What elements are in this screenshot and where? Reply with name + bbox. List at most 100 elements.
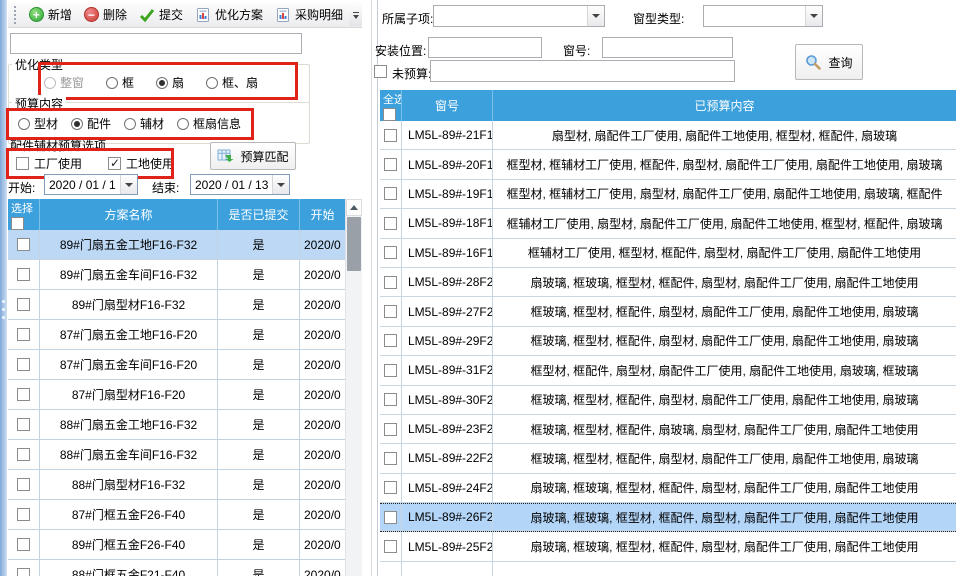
row-checkbox[interactable] (17, 388, 30, 401)
row-checkbox[interactable] (17, 538, 30, 551)
row-checkbox[interactable] (384, 364, 397, 377)
scrollbar-thumb[interactable] (347, 217, 361, 271)
radio-option-0[interactable]: 型材 (18, 115, 58, 132)
row-checkbox[interactable] (384, 217, 397, 230)
table-row[interactable]: LM5L-89#-23F21框玻璃, 框型材, 框配件, 扇玻璃, 扇型材, 扇… (380, 415, 956, 444)
plan-table-scrollbar[interactable] (345, 199, 362, 576)
row-checkbox[interactable] (384, 305, 397, 318)
table-row[interactable]: 87#门框五金F26-F40是2020/0 (8, 500, 345, 530)
sub-item-combobox[interactable] (433, 5, 605, 27)
radio-option-3[interactable]: 框扇信息 (177, 115, 241, 132)
row-checkbox[interactable] (384, 511, 397, 524)
table-row[interactable]: 88#门扇五金车间F16-F32是2020/0 (8, 440, 345, 470)
submitted-cell: 是 (218, 560, 300, 576)
add-button[interactable]: + 新增 (24, 4, 77, 25)
table-row[interactable]: LM5L-89#-19F17框型材, 框辅材工厂使用, 扇型材, 扇配件工厂使用… (380, 180, 956, 209)
submit-button[interactable]: 提交 (134, 4, 188, 25)
row-checkbox[interactable] (384, 393, 397, 406)
table-row[interactable]: LM5L-89#-25F23扇玻璃, 框玻璃, 框型材, 框配件, 扇型材, 扇… (380, 532, 956, 561)
date-start-dropdown-button[interactable] (120, 175, 137, 194)
plan-name-column-header[interactable]: 方案名称 (40, 199, 218, 230)
install-position-input[interactable] (428, 37, 542, 58)
row-checkbox[interactable] (384, 129, 397, 142)
toolbar-grip[interactable] (14, 6, 18, 24)
select-all-checkbox[interactable] (383, 108, 396, 121)
radio-option-3[interactable]: 框、扇 (206, 74, 258, 91)
row-checkbox[interactable] (384, 334, 397, 347)
row-checkbox[interactable] (384, 276, 397, 289)
row-checkbox[interactable] (17, 418, 30, 431)
table-row[interactable]: 87#门扇五金车间F16-F20是2020/0 (8, 350, 345, 380)
toolbar-overflow-button[interactable] (349, 4, 362, 26)
table-row[interactable]: LM5L-89#-24F22扇玻璃, 框玻璃, 框型材, 框配件, 扇型材, 扇… (380, 474, 956, 503)
row-checkbox[interactable] (17, 448, 30, 461)
submitted-cell: 是 (218, 260, 300, 290)
chevron-down-icon (277, 183, 285, 187)
table-row[interactable]: 88#门扇五金工地F16-F32是2020/0 (8, 410, 345, 440)
row-checkbox[interactable] (384, 423, 397, 436)
table-row[interactable]: LM5L-89#-26F24扇玻璃, 框玻璃, 框型材, 框配件, 扇型材, 扇… (380, 503, 956, 532)
checkbox-icon[interactable] (108, 157, 121, 170)
sub-item-dropdown-button[interactable] (587, 6, 604, 26)
select-all-checkbox[interactable] (11, 217, 24, 230)
row-checkbox[interactable] (17, 508, 30, 521)
window-no-column-header[interactable]: 窗号 (402, 90, 493, 121)
row-checkbox[interactable] (17, 568, 30, 576)
date-start-picker[interactable]: 2020 / 01 / 1 (44, 174, 138, 195)
row-checkbox[interactable] (384, 452, 397, 465)
radio-option-2[interactable]: 扇 (156, 74, 184, 91)
table-row[interactable]: LM5L-89#-28F26扇玻璃, 框玻璃, 框型材, 框配件, 扇型材, 扇… (380, 268, 956, 297)
checkbox-option-1[interactable]: 工地使用 (108, 155, 174, 172)
checkbox-icon[interactable] (16, 157, 29, 170)
row-checkbox[interactable] (17, 268, 30, 281)
window-type-dropdown-button[interactable] (805, 6, 822, 26)
optimize-plan-button[interactable]: 优化方案 (190, 4, 268, 25)
delete-button[interactable]: − 删除 (79, 4, 132, 25)
row-checkbox[interactable] (17, 478, 30, 491)
radio-option-1[interactable]: 框 (106, 74, 134, 91)
date-end-picker[interactable]: 2020 / 01 / 13 (190, 174, 290, 195)
row-checkbox[interactable] (384, 540, 397, 553)
row-checkbox[interactable] (384, 187, 397, 200)
table-row[interactable]: LM5L-89#-29F27框玻璃, 框型材, 框配件, 扇型材, 扇配件工厂使… (380, 327, 956, 356)
radio-option-2[interactable]: 辅材 (124, 115, 164, 132)
table-row[interactable]: LM5L-89#-27F25框玻璃, 框型材, 框配件, 扇型材, 扇配件工厂使… (380, 297, 956, 326)
window-no-input[interactable] (602, 37, 733, 58)
table-row[interactable]: LM5L-89#-21F19扇型材, 扇配件工厂使用, 扇配件工地使用, 框型材… (380, 121, 956, 150)
table-row[interactable]: LM5L-89#-16F15框辅材工厂使用, 框型材, 框配件, 扇型材, 扇配… (380, 239, 956, 268)
table-row[interactable]: 88#门扇型材F16-F32是2020/0 (8, 470, 345, 500)
table-row[interactable]: 89#门框五金F26-F40是2020/0 (8, 530, 345, 560)
row-checkbox[interactable] (17, 298, 30, 311)
submitted-column-header[interactable]: 是否已提交 (218, 199, 300, 230)
table-row[interactable]: LM5L-89#-30F28框玻璃, 框型材, 框配件, 扇型材, 扇配件工厂使… (380, 386, 956, 415)
table-row[interactable]: 88#门框五金F21-F40是2020/0 (8, 560, 345, 576)
table-row[interactable]: LM5L-89#-20F18框型材, 框辅材工厂使用, 框配件, 扇型材, 扇配… (380, 150, 956, 179)
table-row[interactable]: 89#门扇五金车间F16-F32是2020/0 (8, 260, 345, 290)
table-row[interactable]: 87#门扇五金工地F16-F20是2020/0 (8, 320, 345, 350)
checkbox-option-0[interactable]: 工厂使用 (16, 155, 82, 172)
table-row[interactable]: 89#门扇型材F16-F32是2020/0 (8, 290, 345, 320)
date-end-dropdown-button[interactable] (272, 175, 289, 194)
scroll-up-button[interactable] (346, 199, 362, 216)
table-row[interactable]: 89#门扇五金工地F16-F32是2020/0 (8, 230, 345, 260)
query-button[interactable]: 查询 (795, 44, 863, 80)
row-checkbox[interactable] (17, 328, 30, 341)
start-column-header[interactable]: 开始 (300, 199, 345, 230)
table-row[interactable]: LM5L-89#-18F16框辅材工厂使用, 扇型材, 扇配件工厂使用, 扇配件… (380, 209, 956, 238)
radio-option-1[interactable]: 配件 (71, 115, 111, 132)
budget-match-button[interactable]: 预算匹配 (210, 142, 296, 170)
plan-filter-input[interactable] (10, 33, 302, 54)
no-budget-checkbox[interactable] (374, 65, 387, 78)
row-checkbox[interactable] (384, 481, 397, 494)
no-budget-input[interactable] (430, 60, 735, 82)
row-select-cell (8, 440, 40, 470)
table-row[interactable]: LM5L-89#-31F29框型材, 框配件, 扇型材, 扇配件工厂使用, 扇配… (380, 356, 956, 385)
table-row[interactable]: LM5L-89#-22F20框玻璃, 框型材, 框配件, 扇型材, 扇配件工厂使… (380, 444, 956, 473)
row-checkbox[interactable] (384, 246, 397, 259)
budgeted-content-column-header[interactable]: 已预算内容 (493, 90, 956, 121)
window-type-combobox[interactable] (703, 5, 823, 27)
table-row[interactable]: 87#门扇型材F16-F20是2020/0 (8, 380, 345, 410)
row-checkbox[interactable] (17, 238, 30, 251)
row-checkbox[interactable] (384, 158, 397, 171)
row-checkbox[interactable] (17, 358, 30, 371)
